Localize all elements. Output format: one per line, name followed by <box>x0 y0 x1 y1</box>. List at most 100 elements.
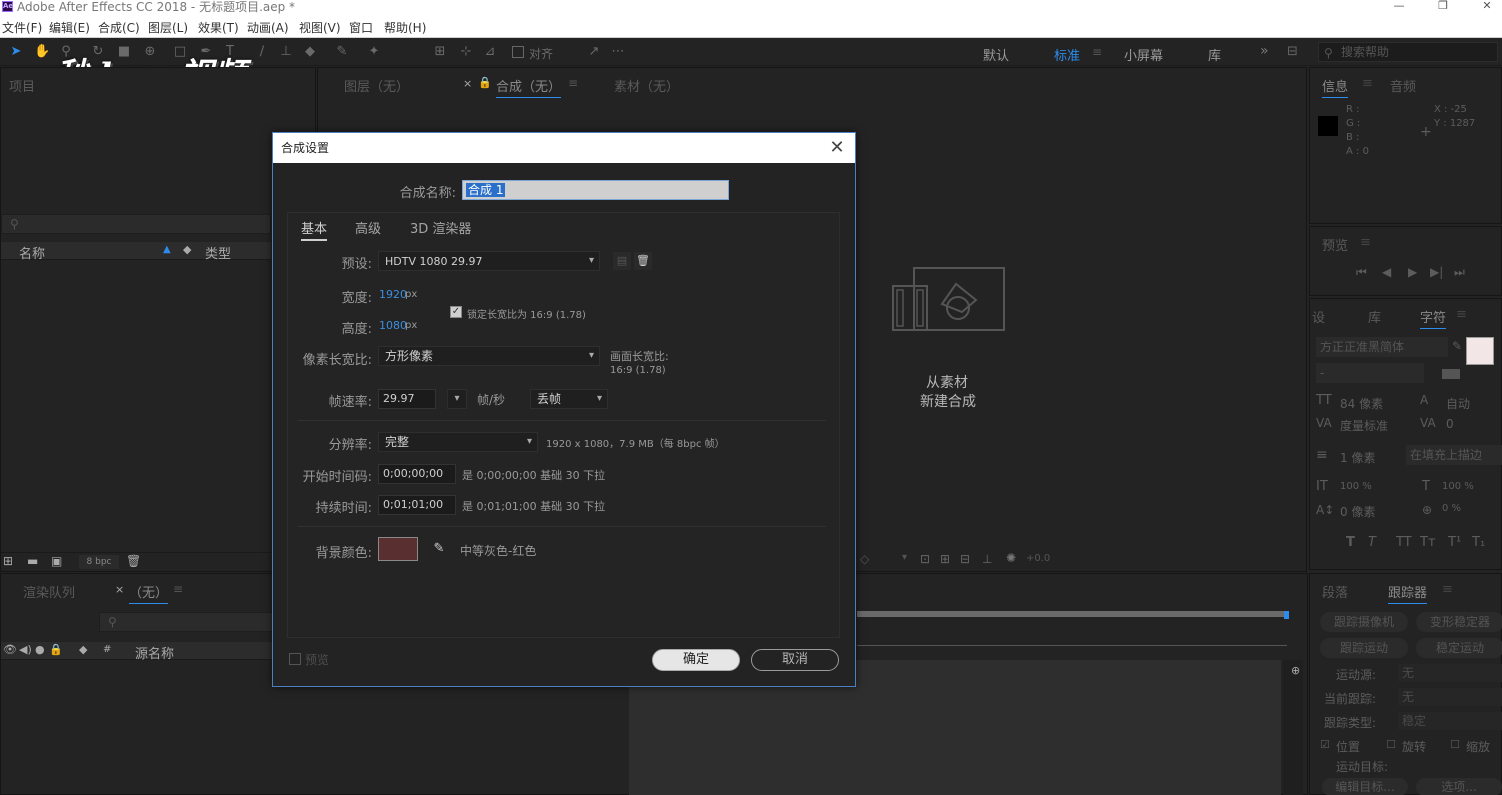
delete-preset-icon[interactable]: 🗑 <box>634 252 652 270</box>
menu-comp[interactable]: 合成(C) <box>98 19 140 36</box>
eyedropper-icon[interactable]: ✎ <box>430 540 448 558</box>
eyedropper-icon[interactable]: ✎ <box>1452 339 1462 353</box>
tab-paragraph-partial[interactable]: 设 <box>1312 307 1325 326</box>
height-value[interactable]: 1080 <box>379 319 407 332</box>
horizontal-scale-value[interactable]: 100 % <box>1442 481 1474 492</box>
tab-advanced[interactable]: 高级 <box>355 218 381 237</box>
solo-switch-icon[interactable]: ● <box>35 643 45 656</box>
duration-input[interactable]: 0;01;01;00 <box>378 495 456 515</box>
trash-icon[interactable]: 🗑 <box>126 554 141 568</box>
close-window-icon[interactable]: ✕ <box>1480 0 1494 14</box>
column-name[interactable]: 名称 <box>19 243 45 262</box>
next-frame-icon[interactable]: ▶| <box>1430 265 1443 279</box>
tracking-value[interactable]: 0 <box>1446 417 1454 431</box>
help-search-input[interactable]: 搜索帮助 <box>1318 42 1498 62</box>
fast-preview-icon[interactable]: ⊡ <box>920 552 930 566</box>
prev-frame-icon[interactable]: ◀ <box>1382 265 1391 279</box>
workspace-menu-icon[interactable]: ≡ <box>1092 45 1102 59</box>
ok-button[interactable]: 确定 <box>652 649 740 671</box>
background-color-swatch[interactable] <box>378 537 418 561</box>
frame-rate-dropdown-icon[interactable]: ▾ <box>447 389 467 409</box>
roto-brush-tool-icon[interactable]: ✎ <box>334 44 350 60</box>
bpc-toggle[interactable]: 8 bpc <box>79 555 119 569</box>
minimize-icon[interactable]: — <box>1392 0 1406 14</box>
font-family-select[interactable]: 方正正准黑简体 <box>1316 337 1448 357</box>
superscript-icon[interactable]: T¹ <box>1448 535 1461 550</box>
view-dropdown-chevron-icon[interactable]: ▾ <box>902 552 907 563</box>
cancel-button[interactable]: 取消 <box>751 649 839 671</box>
snap-checkbox[interactable] <box>512 46 524 58</box>
scale-checkbox[interactable]: ☐ <box>1450 738 1460 751</box>
sort-up-icon[interactable]: ▲ <box>163 244 171 255</box>
comp-name-input[interactable]: 合成 1 <box>462 180 729 200</box>
axis-world-icon[interactable]: ⊹ <box>458 44 474 60</box>
tab-layer[interactable]: 图层（无） <box>344 76 409 95</box>
interpret-footage-icon[interactable]: ⊞ <box>3 554 13 568</box>
edit-target-button[interactable]: 编辑目标... <box>1322 778 1408 795</box>
position-checkbox[interactable]: ☑ <box>1320 738 1330 751</box>
flowchart-icon[interactable]: ⊥ <box>982 552 992 566</box>
first-frame-icon[interactable]: ⏮ <box>1356 265 1367 280</box>
tab-character[interactable]: 字符 <box>1420 307 1447 329</box>
workspace-small-screen[interactable]: 小屏幕 <box>1124 45 1163 64</box>
tab-preview[interactable]: 预览 <box>1322 235 1348 254</box>
motion-source-select[interactable]: 无 <box>1398 664 1502 682</box>
tab-tracker[interactable]: 跟踪器 <box>1388 582 1428 604</box>
clone-stamp-tool-icon[interactable]: ⊥ <box>278 44 294 60</box>
sync-settings-icon[interactable]: ⊟ <box>1287 44 1298 59</box>
close-timeline-tab-icon[interactable]: × <box>115 583 124 596</box>
time-ruler[interactable] <box>857 636 1287 646</box>
drop-frame-select[interactable]: 丢帧 ▾ <box>530 389 608 409</box>
menu-window[interactable]: 窗口 <box>349 19 373 36</box>
tab-info[interactable]: 信息 <box>1322 76 1349 98</box>
work-area-bar[interactable] <box>857 611 1289 617</box>
play-icon[interactable]: ▶ <box>1408 265 1417 279</box>
track-motion-button[interactable]: 跟踪运动 <box>1320 638 1408 658</box>
menu-animation[interactable]: 动画(A) <box>247 19 289 36</box>
tab-timeline-none[interactable]: （无） <box>129 582 169 604</box>
all-caps-icon[interactable]: TT <box>1396 535 1412 550</box>
label-tag-icon[interactable]: ◆ <box>79 643 87 656</box>
menu-layer[interactable]: 图层(L) <box>148 19 188 36</box>
dialog-close-icon[interactable]: ✕ <box>827 138 847 158</box>
tab-footage[interactable]: 素材（无） <box>614 76 679 95</box>
lock-icon[interactable]: 🔒 <box>478 76 492 89</box>
hand-tool-icon[interactable]: ✋ <box>34 44 50 60</box>
no-stroke-icon[interactable] <box>1442 369 1460 379</box>
timeline-search-input[interactable]: ⚲ <box>99 612 273 632</box>
close-tab-icon[interactable]: × <box>463 77 472 90</box>
snap-feature-icon[interactable]: ⋯ <box>610 44 626 60</box>
menu-help[interactable]: 帮助(H) <box>384 19 426 36</box>
character-menu-icon[interactable]: ≡ <box>1456 307 1467 322</box>
tab-basic[interactable]: 基本 <box>301 218 328 241</box>
menu-view[interactable]: 视图(V) <box>299 19 341 36</box>
lock-aspect-checkbox[interactable]: ✓ <box>450 306 462 318</box>
new-comp-from-footage-line2[interactable]: 新建合成 <box>920 391 976 411</box>
subscript-icon[interactable]: T₁ <box>1472 535 1485 550</box>
video-switch-icon[interactable]: 👁 <box>3 643 17 656</box>
eraser-tool-icon[interactable]: ◆ <box>302 44 318 60</box>
start-timecode-input[interactable]: 0;00;00;00 <box>378 464 456 484</box>
tab-audio[interactable]: 音频 <box>1390 76 1416 95</box>
workspace-standard[interactable]: 标准 <box>1054 45 1080 64</box>
stabilize-motion-button[interactable]: 稳定运动 <box>1416 638 1502 658</box>
selection-tool-icon[interactable]: ➤ <box>8 44 24 60</box>
workspace-library[interactable]: 库 <box>1208 45 1221 64</box>
font-size-value[interactable]: 84 像素 <box>1340 395 1383 412</box>
work-area-end-handle[interactable] <box>1284 611 1289 619</box>
frame-rate-input[interactable]: 29.97 <box>378 389 436 409</box>
save-preset-icon[interactable]: ▤ <box>613 252 631 270</box>
current-track-select[interactable]: 无 <box>1398 688 1502 706</box>
preview-checkbox[interactable] <box>289 653 301 665</box>
comp-marker-icon[interactable]: ⊕ <box>1291 664 1300 677</box>
last-frame-icon[interactable]: ⏭ <box>1454 265 1465 280</box>
label-tag-icon[interactable]: ◆ <box>183 243 191 256</box>
stroke-mode-select[interactable]: 在填充上描边 <box>1406 445 1502 465</box>
pixel-aspect-select[interactable]: 方形像素 ▾ <box>378 346 600 366</box>
fill-color-swatch[interactable] <box>1466 337 1494 365</box>
resolution-select[interactable]: 完整 ▾ <box>378 432 538 452</box>
tracker-menu-icon[interactable]: ≡ <box>1442 582 1453 597</box>
exposure-icon[interactable]: ✺ <box>1006 551 1016 565</box>
tab-project[interactable]: 项目 <box>9 76 35 95</box>
kerning-value[interactable]: 度量标准 <box>1340 417 1388 434</box>
